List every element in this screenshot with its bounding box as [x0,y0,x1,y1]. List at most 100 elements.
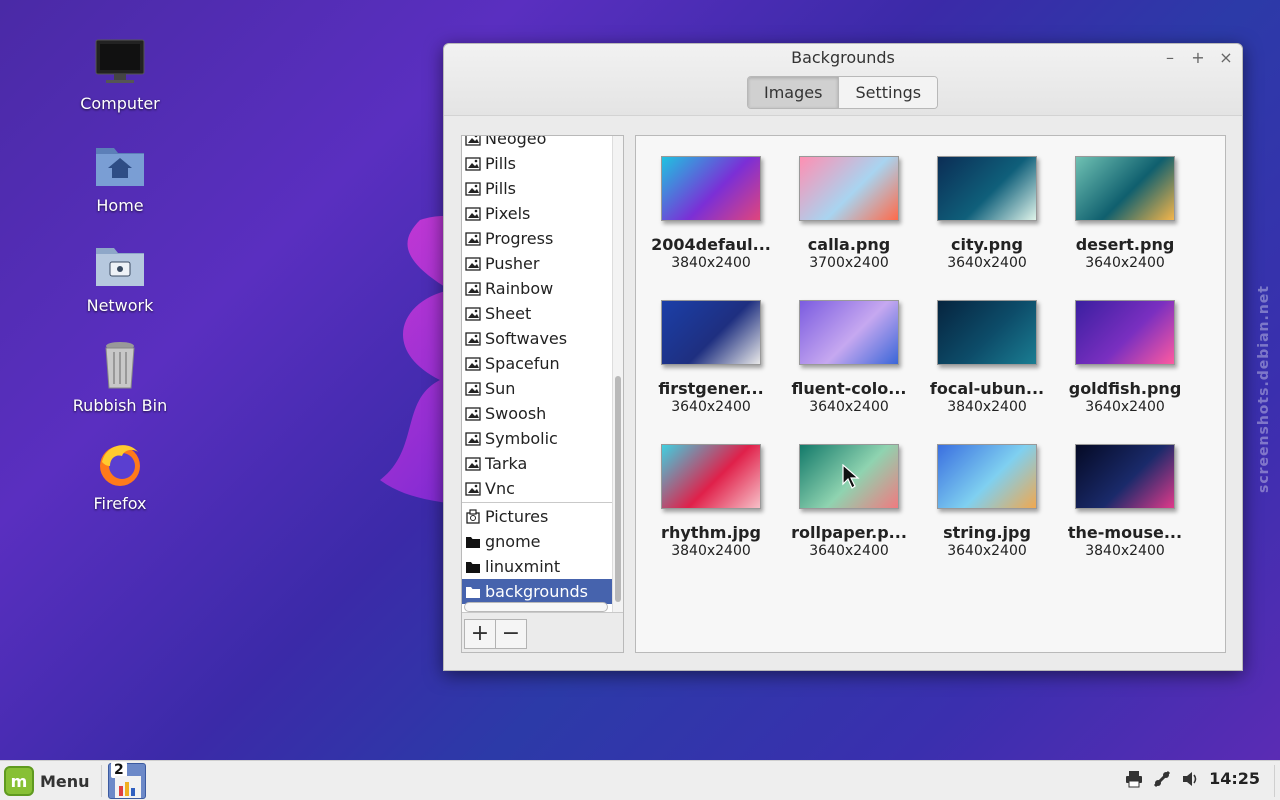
title-bar[interactable]: Backgrounds – + × Images Settings [444,44,1242,116]
sidebar-item-label: Sun [485,379,516,398]
image-thumbnail-item[interactable]: fluent-colo... 3640x2400 [780,300,918,415]
desktop-icon-computer[interactable]: Computer [60,36,180,113]
thumbnail-resolution: 3640x2400 [809,399,889,415]
horizontal-scrollbar[interactable] [464,602,608,612]
image-thumbnail-item[interactable]: rhythm.jpg 3840x2400 [642,444,780,559]
sidebar-item-label: Pixels [485,204,531,223]
sidebar-item-theme[interactable]: Softwaves [462,326,612,351]
sidebar-item-label: linuxmint [485,557,561,576]
image-file-icon [465,431,481,446]
thumbnail-name: goldfish.png [1068,379,1182,398]
image-thumbnail-item[interactable]: focal-ubun... 3840x2400 [918,300,1056,415]
sidebar-item-label: Neogeo [485,135,547,148]
remove-folder-button[interactable]: − [495,619,527,649]
image-file-icon [465,381,481,396]
desktop-icon-rubbish-bin[interactable]: Rubbish Bin [60,338,180,415]
image-thumbnail-item[interactable]: desert.png 3640x2400 [1056,156,1194,271]
workspace-switcher[interactable]: 2 [108,762,146,799]
thumbnail-resolution: 3840x2400 [1085,543,1165,559]
image-file-icon [465,136,481,146]
sidebar-item-label: gnome [485,532,541,551]
sidebar-item-theme[interactable]: Neogeo [462,135,612,151]
home-folder-icon [96,148,144,186]
sidebar-item-theme[interactable]: Spacefun [462,351,612,376]
thumbnail-resolution: 3840x2400 [671,255,751,271]
thumbnail-image [661,444,761,509]
image-thumbnail-item[interactable]: 2004defaul... 3840x2400 [642,156,780,271]
sidebar-item-theme[interactable]: Pixels [462,201,612,226]
sidebar-item-theme[interactable]: Sheet [462,301,612,326]
folder-sidebar: Neogeo Pills Pills Pixels Progress Pusher Rain… [461,135,624,653]
tab-bar: Images Settings [747,76,939,109]
image-thumbnail-item[interactable]: city.png 3640x2400 [918,156,1056,271]
sidebar-item-label: Pictures [485,507,549,526]
clock[interactable]: 14:25 [1209,769,1260,788]
thumbnail-image [661,156,761,221]
show-desktop-button[interactable] [1274,765,1280,797]
minimize-button[interactable]: – [1158,47,1182,69]
image-file-icon [465,481,481,496]
image-file-icon [465,206,481,221]
desktop-icon-network[interactable]: Network [60,238,180,315]
volume-icon[interactable] [1181,770,1199,788]
network-icon[interactable] [1153,770,1171,788]
sidebar-item-theme[interactable]: Symbolic [462,426,612,451]
tab-images[interactable]: Images [748,77,839,108]
sidebar-item-theme[interactable]: Sun [462,376,612,401]
sidebar-item-label: Rainbow [485,279,554,298]
computer-icon [95,39,145,83]
thumbnail-resolution: 3640x2400 [947,543,1027,559]
printer-icon[interactable] [1125,770,1143,788]
image-thumbnail-item[interactable]: goldfish.png 3640x2400 [1056,300,1194,415]
trash-icon [105,342,135,389]
sidebar-item-theme[interactable]: Swoosh [462,401,612,426]
sidebar-item-linuxmint[interactable]: linuxmint [462,554,612,579]
thumbnail-name: 2004defaul... [651,235,771,254]
scrollbar-thumb[interactable] [615,376,621,602]
desktop-icon-home[interactable]: Home [60,138,180,215]
folder-icon [466,586,480,598]
thumbnail-name: string.jpg [943,523,1031,542]
maximize-button[interactable]: + [1186,47,1210,69]
close-button[interactable]: × [1214,47,1238,69]
sidebar-item-theme[interactable]: Pills [462,176,612,201]
menu-button[interactable]: m Menu [4,766,90,796]
image-thumbnail-item[interactable]: calla.png 3700x2400 [780,156,918,271]
thumbnail-name: fluent-colo... [791,379,907,398]
image-thumbnail-item[interactable]: firstgener... 3640x2400 [642,300,780,415]
network-folder-icon [96,248,144,286]
sidebar-item-label: Pills [485,154,516,173]
sidebar-item-theme[interactable]: Vnc [462,476,612,501]
sidebar-item-label: Pusher [485,254,540,273]
image-thumbnail-item[interactable]: string.jpg 3640x2400 [918,444,1056,559]
thumbnail-image [799,156,899,221]
sidebar-item-theme[interactable]: Rainbow [462,276,612,301]
tab-settings[interactable]: Settings [838,77,938,108]
sidebar-item-label: Pills [485,179,516,198]
sidebar-item-theme[interactable]: Tarka [462,451,612,476]
image-thumbnail-item[interactable]: rollpaper.p... 3640x2400 [780,444,918,559]
sidebar-item-label: Swoosh [485,404,547,423]
thumbnail-resolution: 3640x2400 [947,255,1027,271]
thumbnail-name: firstgener... [658,379,764,398]
menu-label: Menu [40,771,90,791]
sidebar-item-label: Sheet [485,304,532,323]
image-file-icon [465,306,481,321]
sidebar-item-label: Spacefun [485,354,560,373]
sidebar-item-theme[interactable]: Pusher [462,251,612,276]
thumbnail-resolution: 3640x2400 [1085,255,1165,271]
add-folder-button[interactable]: + [464,619,496,649]
sidebar-item-backgrounds[interactable]: backgrounds [462,579,612,604]
sidebar-item-gnome[interactable]: gnome [462,529,612,554]
sidebar-item-label: Symbolic [485,429,558,448]
thumbnail-name: desert.png [1075,235,1175,254]
image-thumbnail-item[interactable]: the-mouse... 3840x2400 [1056,444,1194,559]
desktop-icon-firefox[interactable]: Firefox [60,436,180,513]
sidebar-item-pictures[interactable]: Pictures [462,504,612,529]
vertical-scrollbar[interactable] [612,136,623,612]
sidebar-item-theme[interactable]: Progress [462,226,612,251]
sidebar-item-theme[interactable]: Pills [462,151,612,176]
desktop-icon-label: Network [86,296,154,315]
thumbnail-name: calla.png [807,235,891,254]
thumbnail-resolution: 3640x2400 [671,399,751,415]
